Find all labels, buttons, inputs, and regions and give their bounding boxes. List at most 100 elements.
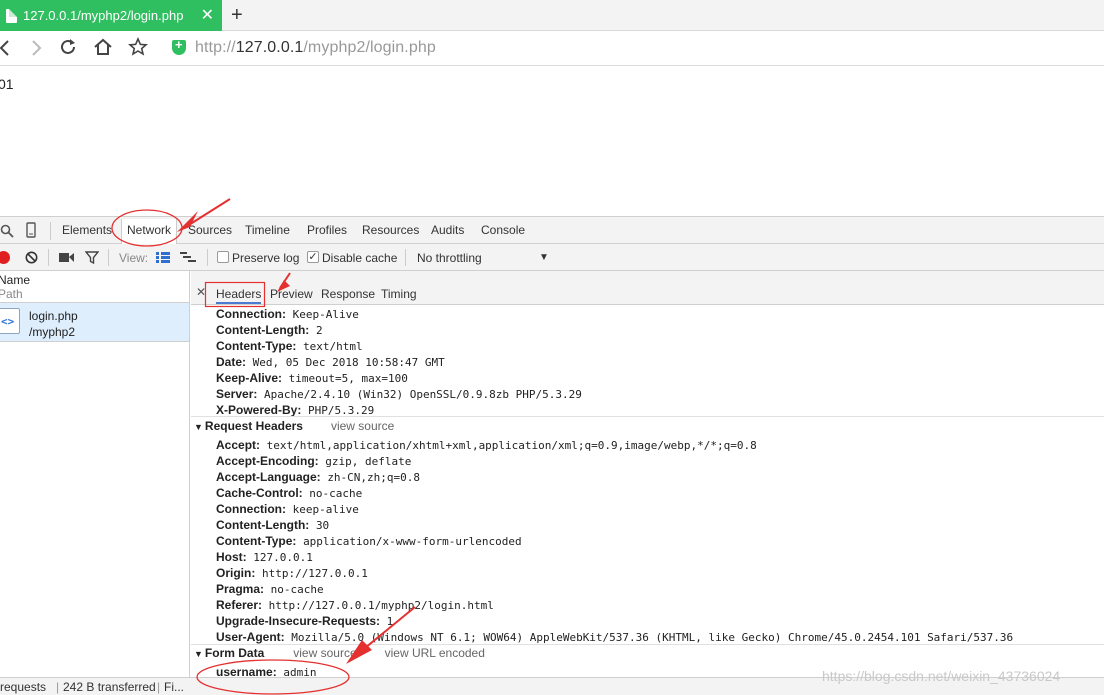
header-value: timeout=5, max=100 xyxy=(288,372,408,385)
back-icon[interactable] xyxy=(0,39,10,57)
filter-icon[interactable] xyxy=(85,251,99,264)
url-host: 127.0.0.1 xyxy=(235,39,304,56)
tab-headers[interactable]: Headers xyxy=(216,287,262,304)
request-header-row: Upgrade-Insecure-Requests: 1 xyxy=(216,613,393,630)
bookmark-star-icon[interactable] xyxy=(128,37,148,56)
home-icon[interactable] xyxy=(93,38,113,56)
throttling-select[interactable]: No throttling xyxy=(417,251,482,265)
header-value: Keep-Alive xyxy=(292,308,359,321)
page-output-text: 01 xyxy=(0,76,14,92)
request-path: /myphp2 xyxy=(29,325,76,339)
header-key: Content-Type: xyxy=(216,339,297,353)
request-header-row: Connection: keep-alive xyxy=(216,501,359,518)
url-path: /myphp2/login.php xyxy=(303,39,436,56)
request-header-row: Cache-Control: no-cache xyxy=(216,485,362,502)
view-source-link[interactable]: view source xyxy=(331,419,394,433)
form-data-row: username: admin xyxy=(216,664,316,677)
tab-sources[interactable]: Sources xyxy=(188,223,232,237)
view-source-link[interactable]: view source xyxy=(293,646,356,660)
request-headers-section[interactable]: ▼ Request Headers view source xyxy=(194,419,394,433)
header-value: Apache/2.4.10 (Win32) OpenSSL/0.9.8zb PH… xyxy=(264,388,582,401)
form-data-section[interactable]: ▼ Form Data view source view URL encoded xyxy=(194,646,485,660)
header-key: X-Powered-By: xyxy=(216,403,302,417)
tab-profiles[interactable]: Profiles xyxy=(307,223,347,237)
preserve-log-checkbox[interactable] xyxy=(217,251,229,263)
header-value: zh-CN,zh;q=0.8 xyxy=(327,471,421,484)
header-value: Mozilla/5.0 (Windows NT 6.1; WOW64) Appl… xyxy=(291,631,1014,644)
new-tab-button[interactable]: + xyxy=(231,4,243,26)
clear-icon[interactable] xyxy=(25,251,38,264)
header-key: Content-Length: xyxy=(216,518,310,532)
response-header-row: Server: Apache/2.4.10 (Win32) OpenSSL/0.… xyxy=(216,386,582,403)
device-mode-icon[interactable] xyxy=(26,222,36,238)
header-key: Cache-Control: xyxy=(216,486,303,500)
disable-cache-checkbox[interactable]: ✓ xyxy=(307,251,319,263)
request-detail-tabs: ✕ Headers Preview Response Timing xyxy=(191,271,1104,305)
header-value: http://127.0.0.1 xyxy=(261,567,368,580)
tab-timing[interactable]: Timing xyxy=(381,287,417,301)
inspect-search-icon[interactable] xyxy=(0,224,14,238)
header-value: text/html xyxy=(303,340,363,353)
view-url-encoded-link[interactable]: view URL encoded xyxy=(385,646,485,660)
url-scheme: http:// xyxy=(195,39,236,56)
toolbar-separator xyxy=(48,249,49,266)
header-value: 1 xyxy=(386,615,394,628)
url-field[interactable]: http://127.0.0.1/myphp2/login.php xyxy=(195,39,436,57)
status-transferred: 242 B transferred xyxy=(63,680,156,694)
browser-tab-strip: 127.0.0.1/myphp2/login.php ✕ + xyxy=(0,0,1104,31)
header-key: Referer: xyxy=(216,598,263,612)
header-key: Content-Length: xyxy=(216,323,310,337)
path-column-header: Path xyxy=(0,287,23,301)
request-name: login.php /myphp2 xyxy=(29,308,78,340)
close-detail-icon[interactable]: ✕ xyxy=(196,285,206,299)
tab-console[interactable]: Console xyxy=(481,223,525,237)
header-key: Accept-Encoding: xyxy=(216,454,319,468)
header-key: Connection: xyxy=(216,307,286,321)
header-value: application/x-www-form-urlencoded xyxy=(303,535,522,548)
request-header-row: Origin: http://127.0.0.1 xyxy=(216,565,368,582)
response-header-row: Content-Length: 2 xyxy=(216,322,323,339)
overview-waterfall-icon[interactable] xyxy=(180,252,196,263)
header-value: 127.0.0.1 xyxy=(253,551,313,564)
name-column-header[interactable]: Name xyxy=(0,273,30,287)
request-header-row: Host: 127.0.0.1 xyxy=(216,549,313,566)
header-key: Server: xyxy=(216,387,258,401)
toolbar-separator xyxy=(108,249,109,266)
preserve-log-label: Preserve log xyxy=(232,251,300,265)
close-tab-icon[interactable]: ✕ xyxy=(201,7,214,24)
capture-screenshots-icon[interactable] xyxy=(59,252,75,263)
reload-icon[interactable] xyxy=(59,38,77,56)
chevron-down-icon[interactable]: ▼ xyxy=(539,252,549,263)
tab-preview[interactable]: Preview xyxy=(270,287,313,301)
request-row[interactable]: <> login.php /myphp2 xyxy=(0,302,189,342)
list-column-header: Name Path xyxy=(0,273,30,301)
browser-tab[interactable]: 127.0.0.1/myphp2/login.php ✕ xyxy=(0,0,222,31)
section-divider xyxy=(191,416,1104,417)
toolbar-separator xyxy=(50,222,51,240)
tab-network[interactable]: Network xyxy=(121,219,178,245)
header-value: admin xyxy=(283,666,317,677)
header-key: Accept-Language: xyxy=(216,470,321,484)
status-finish: Fi... xyxy=(164,680,184,694)
tab-audits[interactable]: Audits xyxy=(431,223,464,237)
view-label: View: xyxy=(119,251,149,265)
header-key: Keep-Alive: xyxy=(216,371,283,385)
header-key: Content-Type: xyxy=(216,534,297,548)
tab-resources[interactable]: Resources xyxy=(362,223,419,237)
tab-response[interactable]: Response xyxy=(321,287,375,301)
tab-elements[interactable]: Elements xyxy=(62,223,112,237)
header-key: Accept: xyxy=(216,438,261,452)
watermark-text: https://blog.csdn.net/weixin_43736024 xyxy=(822,668,1061,684)
section-divider xyxy=(191,644,1104,645)
headers-panel: Connection: Keep-Alive Content-Length: 2C… xyxy=(191,305,1104,677)
header-key: username: xyxy=(216,665,277,677)
header-key: Pragma: xyxy=(216,582,265,596)
header-key: User-Agent: xyxy=(216,630,285,644)
forward-icon[interactable] xyxy=(31,39,43,57)
request-header-row: Pragma: no-cache xyxy=(216,581,324,598)
request-header-row: Content-Type: application/x-www-form-url… xyxy=(216,533,522,550)
record-icon[interactable] xyxy=(0,251,10,264)
tab-timeline[interactable]: Timeline xyxy=(245,223,290,237)
large-rows-icon[interactable] xyxy=(156,252,170,263)
header-value: keep-alive xyxy=(292,503,359,516)
